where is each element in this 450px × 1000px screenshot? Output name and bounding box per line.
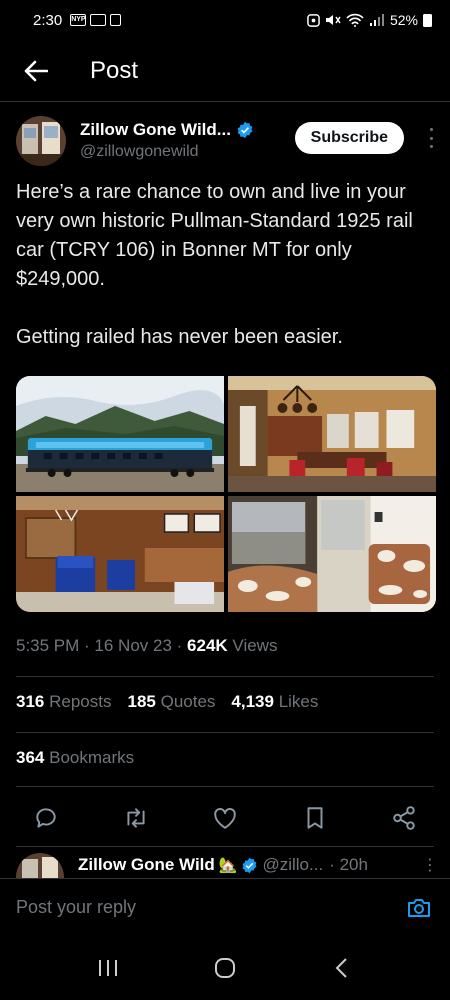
- media-image-rail-car-exterior[interactable]: [16, 376, 224, 492]
- signal-icon: [369, 14, 384, 26]
- verified-badge-icon: [243, 857, 257, 873]
- author-info: Zillow Gone Wild... @zillowgonewild: [80, 120, 254, 172]
- post-text: Here’s a rare chance to own and live in …: [16, 178, 426, 352]
- post-time: 5:35 PM: [16, 636, 80, 655]
- post-meta: 5:35 PM · 16 Nov 23 · 624K Views: [16, 636, 278, 655]
- like-button[interactable]: [207, 800, 243, 836]
- recent-apps-icon: [99, 960, 118, 976]
- system-nav-bar: [0, 936, 450, 1000]
- media-grid: [16, 376, 436, 612]
- share-button[interactable]: [386, 800, 422, 836]
- post-text-paragraph-2: Getting railed has never been easier.: [16, 326, 343, 348]
- recent-apps-button[interactable]: [88, 948, 128, 988]
- mute-icon: [325, 15, 341, 25]
- share-icon: [393, 806, 415, 830]
- repost-icon: [126, 808, 145, 828]
- page-title: Post: [90, 56, 139, 84]
- gallery-icon: [90, 14, 107, 26]
- verified-badge-icon: [237, 121, 253, 139]
- media-image-lounge-interior[interactable]: [16, 496, 224, 612]
- reply-author-name[interactable]: Zillow Gone Wild: [78, 855, 215, 875]
- divider: [16, 846, 434, 847]
- bookmark-icon: [307, 807, 322, 829]
- chevron-left-icon: [335, 958, 347, 978]
- reply-time: · 20h: [329, 855, 368, 874]
- reply-composer: [0, 878, 450, 936]
- subscribe-button[interactable]: Subscribe: [294, 122, 404, 154]
- action-bar: [28, 798, 422, 838]
- back-arrow-icon: [24, 60, 48, 81]
- camera-button[interactable]: [404, 893, 434, 923]
- media-image-seating-nook[interactable]: [228, 496, 436, 612]
- post-author: Zillow Gone Wild... @zillowgonewild Subs…: [16, 116, 438, 172]
- divider: [16, 676, 434, 677]
- quotes-stat[interactable]: 185 Quotes: [127, 692, 215, 712]
- status-right: 52%: [307, 12, 432, 28]
- likes-stat[interactable]: 4,139 Likes: [231, 692, 318, 712]
- device-icon: [110, 14, 122, 26]
- top-header: Post: [0, 40, 450, 102]
- alarm-icon: [307, 13, 320, 27]
- divider: [16, 786, 434, 787]
- camera-icon: [408, 898, 430, 917]
- bookmarks-stat[interactable]: 364 Bookmarks: [16, 748, 134, 768]
- home-button[interactable]: [205, 948, 245, 988]
- reply-icon: [36, 808, 56, 828]
- author-name[interactable]: Zillow Gone Wild...: [80, 120, 231, 140]
- author-handle[interactable]: @zillowgonewild: [80, 143, 254, 161]
- bookmark-button[interactable]: [297, 800, 333, 836]
- reply-avatar[interactable]: [16, 853, 64, 880]
- home-icon: [214, 958, 235, 978]
- battery-icon: [423, 13, 432, 27]
- reply-input[interactable]: [16, 897, 404, 918]
- repost-button[interactable]: [118, 800, 154, 836]
- nyp-icon: NYP: [70, 14, 87, 26]
- system-back-button[interactable]: [322, 948, 362, 988]
- heart-icon: [214, 808, 236, 829]
- post-text-paragraph-1: Here’s a rare chance to own and live in …: [16, 181, 413, 290]
- wifi-icon: [346, 13, 364, 27]
- reposts-stat[interactable]: 316 Reposts: [16, 692, 111, 712]
- house-emoji-icon: 🏡: [218, 857, 238, 874]
- post-stats: 316 Reposts 185 Quotes 4,139 Likes: [16, 692, 318, 712]
- battery-percent: 52%: [389, 12, 418, 28]
- more-options-icon[interactable]: [424, 128, 438, 148]
- reply-more-icon[interactable]: ⋮: [422, 855, 438, 875]
- views-label: Views: [232, 636, 278, 655]
- views-count[interactable]: 624K: [187, 636, 228, 655]
- reply-author-handle: @zillo...: [262, 855, 324, 874]
- status-bar: 2:30 NYP 52%: [0, 0, 450, 40]
- divider: [16, 732, 434, 733]
- back-button[interactable]: [14, 49, 58, 93]
- media-image-dining-interior[interactable]: [228, 376, 436, 492]
- reply-preview[interactable]: Zillow Gone Wild 🏡 @zillo... · 20h ⋮: [16, 850, 438, 880]
- author-avatar[interactable]: [16, 116, 66, 166]
- reply-button[interactable]: [28, 800, 64, 836]
- post-date: 16 Nov 23: [94, 636, 172, 655]
- status-time: 2:30: [33, 11, 63, 29]
